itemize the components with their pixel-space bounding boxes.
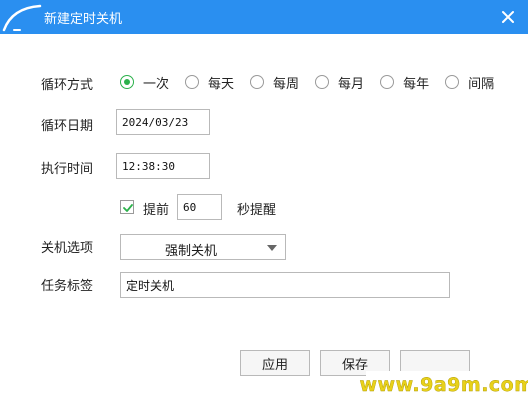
radio-button-checked[interactable] xyxy=(120,75,134,89)
title-bar: 新建定时关机 xyxy=(0,0,528,34)
remind-prefix-label: 提前 xyxy=(143,203,170,218)
radio-once[interactable]: 一次 xyxy=(120,73,169,92)
watermark: www.9a9m.com xyxy=(359,371,528,399)
radio-button[interactable] xyxy=(315,75,330,89)
task-tag-input[interactable] xyxy=(120,272,450,298)
remind-suffix-label: 秒提醒 xyxy=(237,203,277,218)
shutdown-option-value: 强制关机 xyxy=(164,244,217,259)
radio-button[interactable] xyxy=(250,75,265,89)
apply-button[interactable]: 应用 xyxy=(240,350,310,376)
radio-label: 每周 xyxy=(273,76,300,92)
exec-time-label: 执行时间 xyxy=(41,162,94,177)
radio-weekly[interactable]: 每周 xyxy=(250,73,299,92)
close-button[interactable] xyxy=(498,7,518,27)
radio-label: 一次 xyxy=(143,76,170,92)
radio-button[interactable] xyxy=(185,75,200,89)
remind-seconds-input[interactable] xyxy=(177,194,222,220)
radio-button[interactable] xyxy=(380,75,395,89)
exec-time-input[interactable] xyxy=(116,153,210,179)
task-tag-label: 任务标签 xyxy=(41,279,94,294)
radio-daily[interactable]: 每天 xyxy=(185,73,234,92)
remind-checkbox[interactable] xyxy=(120,200,134,214)
radio-monthly[interactable]: 每月 xyxy=(315,73,364,92)
checkmark-icon xyxy=(123,204,133,212)
radio-label: 每天 xyxy=(208,76,235,92)
cycle-mode-label: 循环方式 xyxy=(41,78,94,93)
radio-yearly[interactable]: 每年 xyxy=(380,73,429,92)
close-icon xyxy=(502,11,514,23)
shutdown-option-label: 关机选项 xyxy=(41,241,94,256)
save-button-label: 保存 xyxy=(341,357,368,373)
cycle-date-label: 循环日期 xyxy=(41,119,94,134)
radio-label: 每年 xyxy=(403,76,430,92)
cycle-mode-radio-group: 一次 每天 每周 每月 每年 间隔 xyxy=(120,73,510,92)
radio-button[interactable] xyxy=(445,75,460,89)
app-logo-icon xyxy=(2,4,42,32)
apply-button-label: 应用 xyxy=(261,357,288,373)
window-title: 新建定时关机 xyxy=(44,12,123,27)
radio-interval[interactable]: 间隔 xyxy=(445,73,494,92)
radio-label: 间隔 xyxy=(468,76,495,92)
dropdown-arrow-icon xyxy=(267,245,277,251)
shutdown-option-select[interactable]: 强制关机 xyxy=(120,234,286,260)
radio-label: 每月 xyxy=(338,76,365,92)
cycle-date-input[interactable] xyxy=(116,109,210,135)
